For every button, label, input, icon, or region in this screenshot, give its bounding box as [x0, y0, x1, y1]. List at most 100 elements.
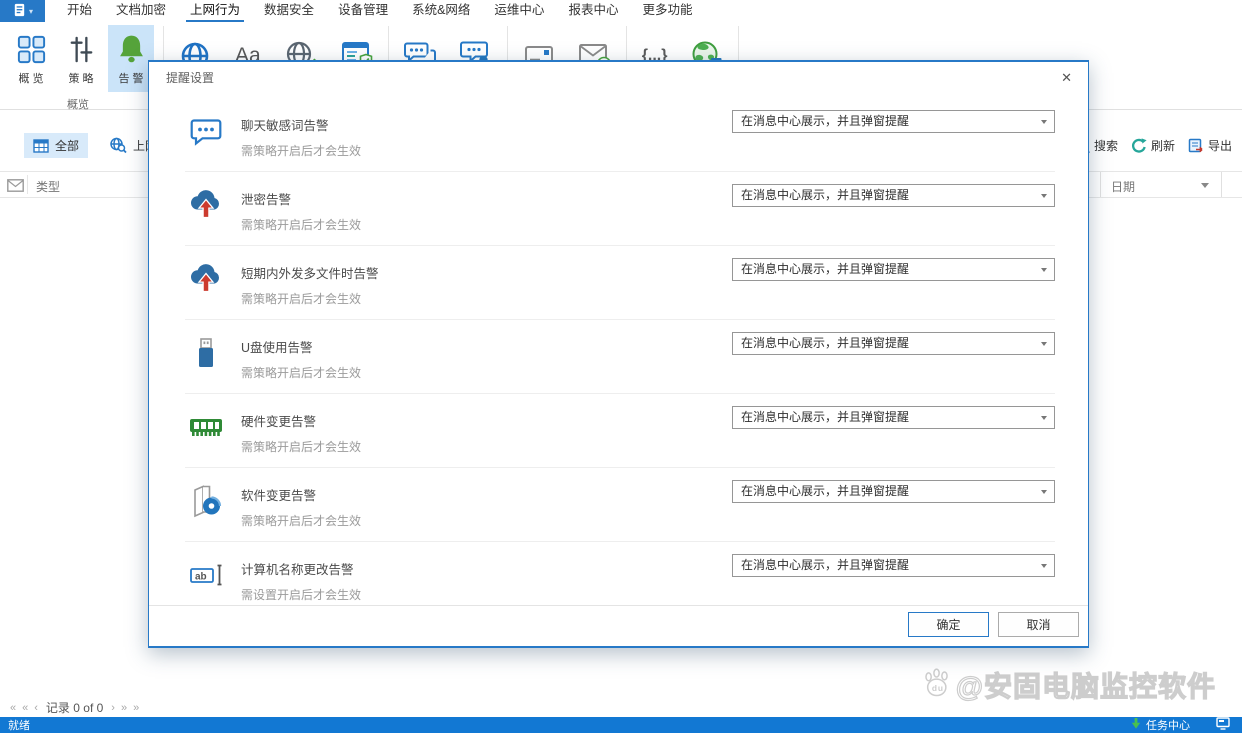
menu-tab-2[interactable]: 文档加密: [104, 0, 178, 22]
status-bar: 就绪 任务中心: [0, 717, 1242, 733]
menu-tab-7[interactable]: 运维中心: [482, 0, 556, 22]
caret-down-icon[interactable]: [1041, 416, 1047, 420]
column-header-date[interactable]: 日期: [1100, 172, 1222, 197]
column-header-type[interactable]: 类型: [36, 178, 60, 195]
policy-sliders-icon: [65, 29, 98, 69]
dialog-title: 提醒设置: [166, 69, 214, 86]
baidu-paw-logo-icon: du: [923, 666, 951, 704]
app-menu-button[interactable]: ▾: [0, 0, 45, 22]
menu-tab-1[interactable]: 开始: [55, 0, 104, 22]
last-page-button[interactable]: »: [133, 701, 139, 715]
first-page-button[interactable]: «: [10, 701, 16, 715]
alert-setting-row: 软件变更告警需策略开启后才会生效 在消息中心展示，并且弹窗提醒: [185, 468, 1055, 542]
alert-title: 软件变更告警: [241, 485, 316, 504]
ribbon-item-policy-sliders[interactable]: 策 略: [58, 25, 104, 92]
alert-setting-row: 泄密告警需策略开启后才会生效 在消息中心展示，并且弹窗提醒: [185, 172, 1055, 246]
alert-subtitle: 需策略开启后才会生效: [241, 216, 361, 233]
filter-caret-icon[interactable]: [1201, 183, 1209, 188]
export-button[interactable]: 导出: [1188, 137, 1232, 154]
record-pagination: « « ‹ 记录 0 of 0 › » »: [10, 699, 139, 716]
chat-alert-icon: [187, 112, 225, 150]
close-icon[interactable]: ✕: [1061, 71, 1072, 84]
task-center-button[interactable]: 任务中心: [1130, 717, 1190, 733]
caret-down-icon[interactable]: [1041, 120, 1047, 124]
download-arrow-icon: [1130, 717, 1142, 733]
alert-subtitle: 需策略开启后才会生效: [241, 512, 361, 529]
refresh-button[interactable]: 刷新: [1131, 137, 1175, 154]
record-count-label: 记录 0 of 0: [46, 699, 103, 716]
overview-grid-icon: [15, 29, 48, 69]
action-label: 搜索: [1094, 137, 1118, 154]
action-label: 刷新: [1151, 137, 1175, 154]
alert-display-mode-select[interactable]: 在消息中心展示，并且弹窗提醒: [732, 554, 1055, 577]
alert-setting-row: U盘使用告警需策略开启后才会生效 在消息中心展示，并且弹窗提醒: [185, 320, 1055, 394]
alert-title: 泄密告警: [241, 189, 291, 208]
alert-bell-icon: [114, 29, 149, 69]
ok-button[interactable]: 确定: [908, 612, 989, 637]
filter-tab-table[interactable]: 全部: [24, 133, 88, 158]
caret-down-icon: ▾: [29, 7, 33, 16]
table-icon: [33, 139, 49, 153]
alert-setting-row: 短期内外发多文件时告警需策略开启后才会生效 在消息中心展示，并且弹窗提醒: [185, 246, 1055, 320]
alert-title: 聊天敏感词告警: [241, 115, 329, 134]
menu-tab-4[interactable]: 数据安全: [252, 0, 326, 22]
alert-setting-row: 聊天敏感词告警需策略开启后才会生效 在消息中心展示，并且弹窗提醒: [185, 98, 1055, 172]
alert-title: 硬件变更告警: [241, 411, 316, 430]
alert-display-mode-select[interactable]: 在消息中心展示，并且弹窗提醒: [732, 258, 1055, 281]
action-label: 导出: [1208, 137, 1232, 154]
dialog-footer: 确定 取消: [149, 605, 1088, 646]
caret-down-icon[interactable]: [1041, 268, 1047, 272]
ribbon-item-label: 告 警: [118, 70, 143, 86]
status-ready-label: 就绪: [8, 717, 30, 733]
alert-display-mode-select[interactable]: 在消息中心展示，并且弹窗提醒: [732, 480, 1055, 503]
caret-down-icon[interactable]: [1041, 490, 1047, 494]
next-page-button[interactable]: ›: [111, 701, 115, 715]
menu-tab-5[interactable]: 设备管理: [326, 0, 400, 22]
cancel-button[interactable]: 取消: [998, 612, 1079, 637]
menu-tabs: 开始文档加密上网行为数据安全设备管理系统&网络运维中心报表中心更多功能: [55, 0, 704, 22]
alert-title: U盘使用告警: [241, 337, 313, 356]
alert-subtitle: 需策略开启后才会生效: [241, 438, 361, 455]
watermark-text: @安固电脑监控软件: [956, 665, 1216, 705]
ribbon-group-label: 概览: [0, 96, 156, 112]
alert-display-mode-select[interactable]: 在消息中心展示，并且弹窗提醒: [732, 332, 1055, 355]
cloud-upload-icon: [187, 260, 225, 298]
caret-down-icon[interactable]: [1041, 564, 1047, 568]
menu-tab-8[interactable]: 报表中心: [556, 0, 630, 22]
alert-display-mode-select[interactable]: 在消息中心展示，并且弹窗提醒: [732, 110, 1055, 133]
svg-text:ab: ab: [195, 572, 207, 583]
menu-tab-6[interactable]: 系统&网络: [400, 0, 482, 22]
export-icon: [1188, 138, 1204, 154]
ribbon-item-label: 策 略: [68, 70, 93, 86]
reminder-settings-dialog: 提醒设置 ✕ 聊天敏感词告警需策略开启后才会生效在消息中心展示，并且弹窗提醒泄密…: [148, 60, 1089, 648]
cloud-upload-icon: [187, 186, 225, 224]
menu-tab-3[interactable]: 上网行为: [178, 0, 252, 22]
alert-subtitle: 需策略开启后才会生效: [241, 142, 361, 159]
fast-next-button[interactable]: »: [121, 701, 127, 715]
alert-subtitle: 需策略开启后才会生效: [241, 290, 361, 307]
refresh-icon: [1131, 138, 1147, 154]
svg-text:du: du: [932, 683, 944, 693]
menu-bar: ▾ 开始文档加密上网行为数据安全设备管理系统&网络运维中心报表中心更多功能: [0, 0, 1242, 22]
alert-title: 短期内外发多文件时告警: [241, 263, 379, 282]
caret-down-icon[interactable]: [1041, 194, 1047, 198]
fast-prev-button[interactable]: «: [22, 701, 28, 715]
caret-down-icon[interactable]: [1041, 342, 1047, 346]
ram-icon: [187, 408, 225, 446]
prev-page-button[interactable]: ‹: [34, 701, 38, 715]
monitor-icon[interactable]: [1216, 717, 1230, 733]
dialog-title-bar: 提醒设置 ✕: [149, 62, 1088, 90]
alert-setting-row: 硬件变更告警需策略开启后才会生效 在消息中心展示，并且弹窗提醒: [185, 394, 1055, 468]
alert-display-mode-select[interactable]: 在消息中心展示，并且弹窗提醒: [732, 406, 1055, 429]
alert-display-mode-select[interactable]: 在消息中心展示，并且弹窗提醒: [732, 184, 1055, 207]
menu-tab-9[interactable]: 更多功能: [630, 0, 704, 22]
alert-subtitle: 需策略开启后才会生效: [241, 364, 361, 381]
task-center-label: 任务中心: [1146, 717, 1190, 733]
ribbon-item-overview-grid[interactable]: 概 览: [8, 25, 54, 92]
envelope-column-icon: [7, 179, 24, 197]
app-document-icon: [12, 2, 27, 20]
software-icon: [187, 482, 225, 520]
alert-title: 计算机名称更改告警: [241, 559, 354, 578]
usb-drive-icon: [187, 334, 225, 372]
watermark: du @安固电脑监控软件: [923, 665, 1216, 705]
